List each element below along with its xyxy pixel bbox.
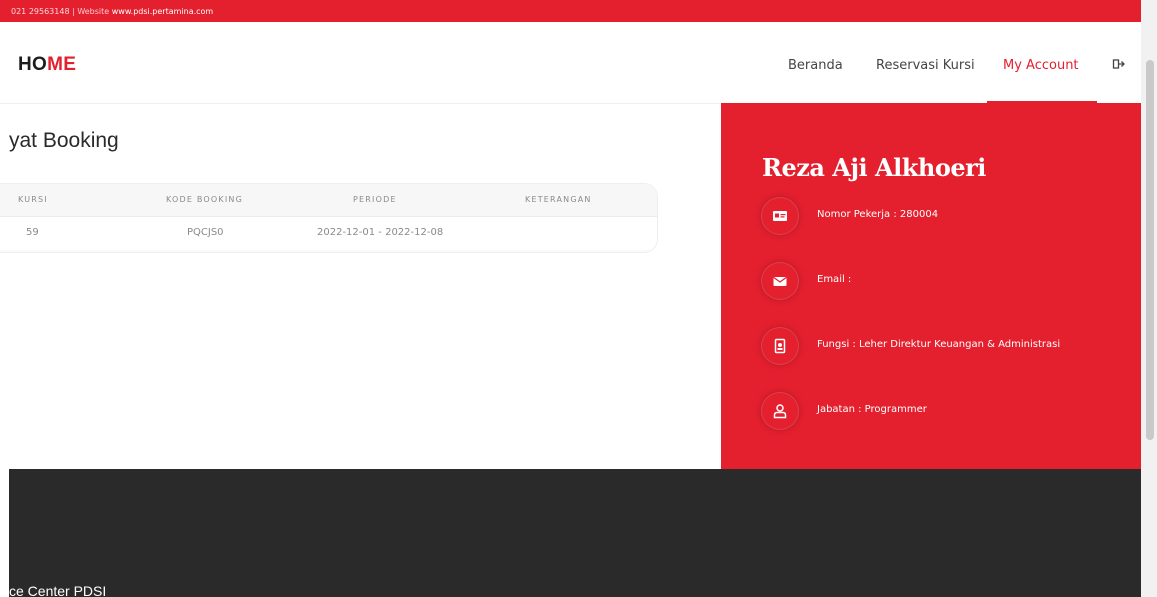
contact-info: 021 29563148 | Website www.pdsi.pertamin… [11, 7, 213, 16]
logout-icon[interactable] [1112, 57, 1126, 71]
top-info-bar: 021 29563148 | Website www.pdsi.pertamin… [0, 0, 1141, 24]
profile-item-nomor-pekerja: Nomor Pekerja : 280004 [762, 198, 1132, 238]
profile-card: Reza Aji Alkhoeri Nomor Pekerja : 280004… [721, 103, 1141, 470]
profile-email: Email : [817, 274, 852, 285]
id-card-icon [773, 211, 787, 221]
profile-item-jabatan: Jabatan : Programmer [762, 393, 1132, 433]
user-icon [773, 404, 787, 419]
profile-fungsi: Fungsi : Leher Direktur Keuangan & Admin… [817, 339, 1061, 350]
brand-logo[interactable]: HOME [18, 54, 76, 76]
profile-icon-circle [762, 328, 798, 364]
profile-item-email: Email : [762, 263, 1132, 303]
footer: ce Center PDSI [9, 469, 1141, 597]
navbar: HOME Beranda Reservasi Kursi My Account [0, 26, 1141, 104]
scrollbar-thumb[interactable] [1146, 60, 1154, 440]
website-label: Website [77, 7, 112, 16]
table-header-row: KURSI KODE BOOKING PERIODE KETERANGAN [0, 184, 657, 217]
scrollbar[interactable] [1141, 0, 1157, 597]
profile-icon-circle [762, 263, 798, 299]
footer-title: ce Center PDSI [9, 583, 107, 597]
envelope-icon [773, 277, 787, 286]
cell-kode-booking: PQCJS0 [187, 227, 224, 238]
phone-number: 021 29563148 [11, 7, 70, 16]
badge-icon [774, 338, 786, 354]
profile-name: Reza Aji Alkhoeri [762, 153, 986, 182]
nav-beranda[interactable]: Beranda [788, 58, 843, 73]
column-header-keterangan: KETERANGAN [525, 195, 592, 204]
profile-icon-circle [762, 393, 798, 429]
column-header-periode: PERIODE [353, 195, 397, 204]
booking-table: KURSI KODE BOOKING PERIODE KETERANGAN 59… [0, 183, 658, 253]
cell-periode: 2022-12-01 - 2022-12-08 [317, 227, 444, 238]
website-link[interactable]: www.pdsi.pertamina.com [112, 7, 213, 16]
brand-text-dark: HO [18, 54, 48, 75]
column-header-kode-booking: KODE BOOKING [166, 195, 243, 204]
nav-reservasi-kursi[interactable]: Reservasi Kursi [876, 58, 975, 73]
profile-item-fungsi: Fungsi : Leher Direktur Keuangan & Admin… [762, 328, 1132, 368]
page-title: yat Booking [9, 129, 119, 152]
column-header-kursi: KURSI [18, 195, 48, 204]
profile-icon-circle [762, 198, 798, 234]
table-row[interactable]: 59 PQCJS0 2022-12-01 - 2022-12-08 [0, 217, 657, 250]
nav-my-account[interactable]: My Account [1003, 58, 1079, 73]
profile-nomor-pekerja: Nomor Pekerja : 280004 [817, 209, 939, 220]
brand-text-red: ME [47, 54, 77, 75]
cell-kursi: 59 [26, 227, 39, 238]
profile-jabatan: Jabatan : Programmer [817, 404, 927, 415]
